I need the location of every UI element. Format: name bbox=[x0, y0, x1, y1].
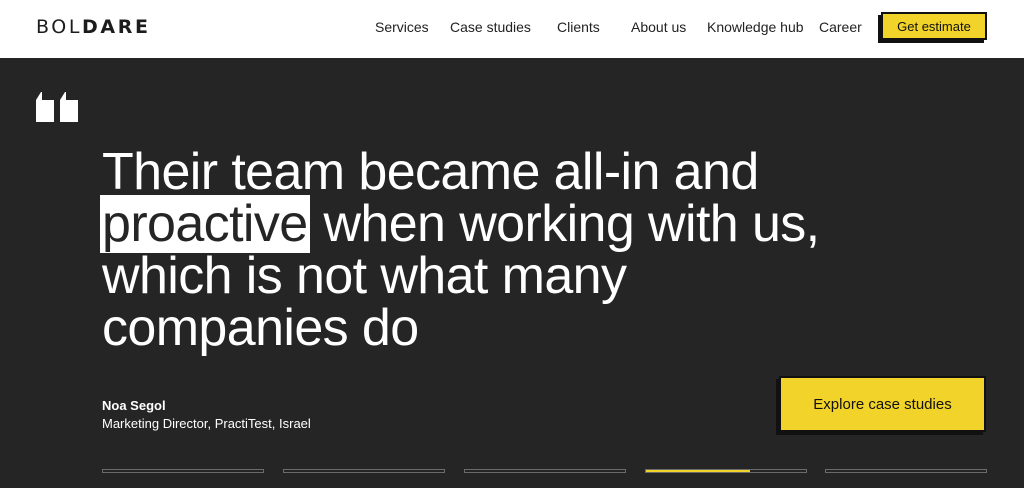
boldare-logo[interactable]: BOLDARE bbox=[36, 16, 151, 38]
nav-knowledge-hub[interactable]: Knowledge hub bbox=[707, 19, 804, 35]
nav-about-us[interactable]: About us bbox=[631, 19, 686, 35]
author-role: Marketing Director, PractiTest, Israel bbox=[102, 416, 311, 431]
explore-case-studies-button[interactable]: Explore case studies bbox=[779, 376, 986, 432]
slider-indicator-2[interactable] bbox=[283, 469, 445, 473]
get-estimate-wrapper: Get estimate bbox=[878, 12, 989, 43]
nav-career[interactable]: Career bbox=[819, 19, 862, 35]
slider-indicator-5[interactable] bbox=[825, 469, 987, 473]
get-estimate-button[interactable]: Get estimate bbox=[881, 12, 987, 40]
slider-indicator-4[interactable] bbox=[645, 469, 807, 473]
site-header: BOLDARE Services Case studies Clients Ab… bbox=[0, 0, 1024, 58]
quote-line-1: Their team became all-in and bbox=[102, 143, 759, 201]
nav-clients[interactable]: Clients bbox=[557, 19, 600, 35]
quote-highlight: proactive bbox=[100, 195, 310, 253]
quote-icon bbox=[36, 92, 78, 122]
explore-case-studies-wrapper: Explore case studies bbox=[776, 376, 988, 435]
quote-line-2: proactive when working with us, bbox=[100, 195, 922, 253]
nav-case-studies[interactable]: Case studies bbox=[450, 19, 531, 35]
author-name: Noa Segol bbox=[102, 398, 166, 413]
quote-line-4: companies do bbox=[102, 299, 419, 357]
testimonial-section: Their team became all-in and proactive w… bbox=[0, 58, 1024, 488]
slider-indicator-fill bbox=[646, 470, 750, 472]
slider-indicator-3[interactable] bbox=[464, 469, 626, 473]
quote-line-2-rest: when working with us, bbox=[309, 195, 820, 253]
slider-indicator-1[interactable] bbox=[102, 469, 264, 473]
quote-line-3: which is not what many bbox=[102, 247, 627, 305]
nav-services[interactable]: Services bbox=[375, 19, 429, 35]
testimonial-quote: Their team became all-in and proactive w… bbox=[100, 143, 922, 357]
